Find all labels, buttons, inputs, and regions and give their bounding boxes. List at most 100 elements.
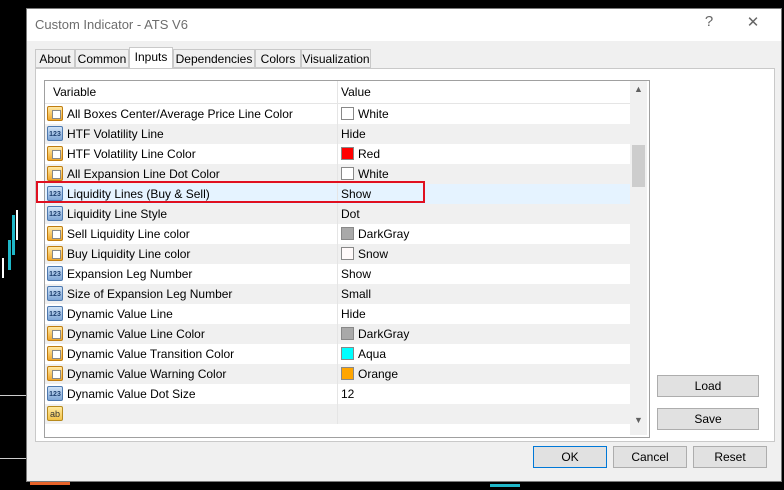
tab-visualization[interactable]: Visualization (301, 49, 371, 68)
value-text: Small (341, 287, 372, 301)
color-swatch (341, 107, 354, 120)
scroll-thumb[interactable] (632, 145, 645, 187)
value-cell[interactable]: DarkGray (341, 227, 409, 241)
value-cell[interactable]: Show (341, 267, 371, 281)
help-button[interactable]: ? (697, 13, 721, 30)
scroll-up-icon[interactable]: ▲ (630, 81, 647, 98)
variable-cell: Buy Liquidity Line color (67, 247, 191, 261)
column-divider (337, 304, 338, 324)
color-param-icon (47, 146, 63, 161)
value-cell[interactable]: Snow (341, 247, 388, 261)
value-text: White (358, 167, 389, 181)
variable-cell: Dynamic Value Line Color (67, 327, 205, 341)
scroll-down-icon[interactable]: ▼ (630, 412, 647, 429)
value-cell[interactable]: DarkGray (341, 327, 409, 341)
value-cell[interactable]: White (341, 167, 389, 181)
variable-cell: Expansion Leg Number (67, 267, 193, 281)
value-cell[interactable]: Small (341, 287, 371, 301)
value-text: White (358, 107, 389, 121)
grid-header: Variable Value (45, 81, 630, 104)
value-cell[interactable]: Dot (341, 207, 360, 221)
save-button[interactable]: Save (657, 408, 759, 430)
table-row[interactable]: 123 Dynamic Value Dot Size 12 (45, 384, 630, 404)
column-divider (337, 81, 338, 103)
table-row[interactable]: 123 Size of Expansion Leg Number Small (45, 284, 630, 304)
tab-inputs[interactable]: Inputs (129, 47, 173, 69)
column-header-value[interactable]: Value (341, 85, 371, 99)
tab-colors[interactable]: Colors (255, 49, 301, 68)
value-cell[interactable]: Aqua (341, 347, 386, 361)
chart-price-line (2, 258, 4, 278)
title-bar: Custom Indicator - ATS V6 ? ✕ (27, 9, 781, 41)
value-text: Hide (341, 307, 366, 321)
table-row[interactable]: ab (45, 404, 630, 424)
color-param-icon (47, 246, 63, 261)
table-row[interactable]: 123 Liquidity Line Style Dot (45, 204, 630, 224)
variable-cell: Dynamic Value Warning Color (67, 367, 227, 381)
value-text: DarkGray (358, 327, 410, 341)
value-cell[interactable]: 12 (341, 387, 354, 401)
value-text: Hide (341, 127, 366, 141)
vertical-scrollbar[interactable]: ▲ ▼ (630, 81, 647, 435)
value-text: Show (341, 267, 372, 281)
variable-cell: Dynamic Value Line (67, 307, 173, 321)
table-row[interactable]: Buy Liquidity Line color Snow (45, 244, 630, 264)
column-divider (337, 104, 338, 124)
column-divider (337, 204, 338, 224)
chart-price-line (8, 240, 11, 270)
value-cell[interactable]: Hide (341, 307, 366, 321)
column-header-variable[interactable]: Variable (53, 85, 96, 99)
color-param-icon (47, 106, 63, 121)
color-swatch (341, 327, 354, 340)
chart-price-line (12, 215, 15, 255)
column-divider (337, 344, 338, 364)
number-param-icon: 123 (47, 126, 63, 141)
table-row[interactable]: Dynamic Value Warning Color Orange (45, 364, 630, 384)
tab-dependencies[interactable]: Dependencies (173, 49, 255, 68)
table-row[interactable]: Sell Liquidity Line color DarkGray (45, 224, 630, 244)
table-row[interactable]: Dynamic Value Transition Color Aqua (45, 344, 630, 364)
cancel-button[interactable]: Cancel (613, 446, 687, 468)
variable-cell: Dynamic Value Dot Size (67, 387, 196, 401)
custom-indicator-dialog: Custom Indicator - ATS V6 ? ✕ About Comm… (26, 8, 782, 482)
reset-button[interactable]: Reset (693, 446, 767, 468)
table-row[interactable]: Dynamic Value Line Color DarkGray (45, 324, 630, 344)
chart-dotted-line (0, 458, 26, 459)
inputs-grid: Variable Value All Boxes Center/Average … (44, 80, 650, 438)
color-param-icon (47, 226, 63, 241)
value-cell[interactable]: Red (341, 147, 380, 161)
column-divider (337, 284, 338, 304)
table-row[interactable]: 123 Dynamic Value Line Hide (45, 304, 630, 324)
variable-cell: HTF Volatility Line (67, 127, 164, 141)
variable-cell: Sell Liquidity Line color (67, 227, 190, 241)
color-swatch (341, 227, 354, 240)
value-cell[interactable]: Hide (341, 127, 366, 141)
tab-about[interactable]: About (35, 49, 75, 68)
column-divider (337, 324, 338, 344)
number-param-icon: 123 (47, 306, 63, 321)
color-swatch (341, 347, 354, 360)
column-divider (337, 124, 338, 144)
number-param-icon: 123 (47, 266, 63, 281)
chart-dotted-line (0, 395, 26, 396)
table-row[interactable]: 123 HTF Volatility Line Hide (45, 124, 630, 144)
text-param-icon: ab (47, 406, 63, 421)
column-divider (337, 364, 338, 384)
table-row[interactable]: HTF Volatility Line Color Red (45, 144, 630, 164)
close-button[interactable]: ✕ (741, 13, 765, 31)
color-param-icon (47, 166, 63, 181)
value-text: 12 (341, 387, 355, 401)
color-swatch (341, 167, 354, 180)
dialog-title: Custom Indicator - ATS V6 (35, 17, 188, 32)
value-cell[interactable]: White (341, 107, 389, 121)
table-row[interactable]: 123 Expansion Leg Number Show (45, 264, 630, 284)
chart-orange-curve (30, 482, 70, 485)
table-row[interactable]: All Boxes Center/Average Price Line Colo… (45, 104, 630, 124)
chart-price-line (16, 210, 18, 240)
ok-button[interactable]: OK (533, 446, 607, 468)
tab-common[interactable]: Common (75, 49, 129, 68)
value-cell[interactable]: Orange (341, 367, 398, 381)
color-swatch (341, 247, 354, 260)
color-param-icon (47, 326, 63, 341)
load-button[interactable]: Load (657, 375, 759, 397)
